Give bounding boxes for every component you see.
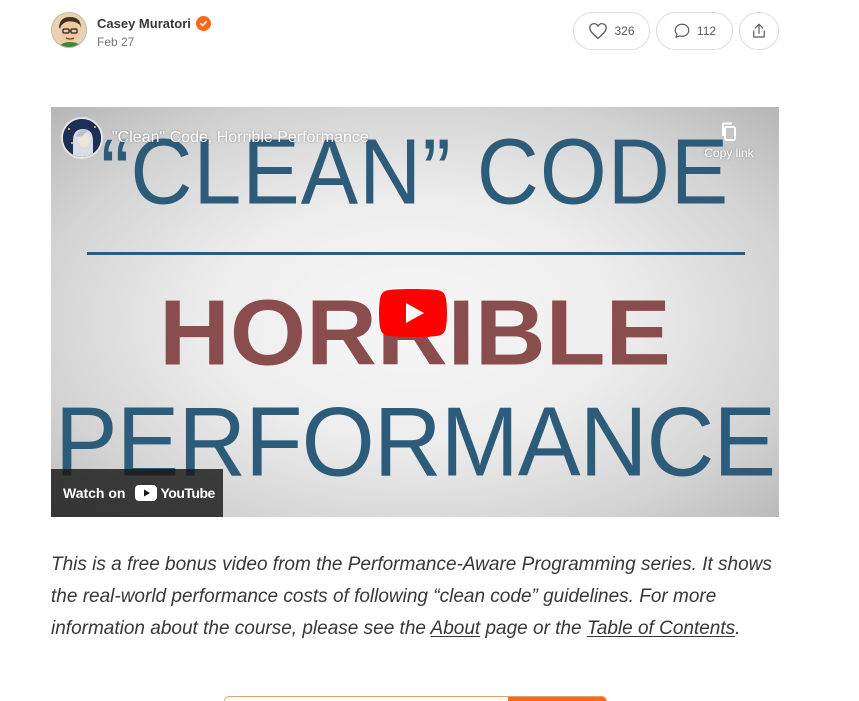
body-text-end: . [735,618,741,639]
avatar-illustration [52,13,86,47]
youtube-wordmark: YouTube [160,485,215,501]
post-date: Feb 27 [97,35,135,49]
author-avatar[interactable] [51,12,87,48]
play-button-icon[interactable] [379,289,447,337]
body-text-middle: page or the [480,618,587,639]
youtube-logo: YouTube [135,485,215,501]
thumbnail-divider [87,252,745,255]
heart-icon [589,22,608,40]
comment-bubble-icon [674,23,690,38]
watch-on-label: Watch on [63,485,126,501]
youtube-play-icon [135,485,158,501]
like-button[interactable]: 326 [573,12,650,50]
video-title[interactable]: "Clean" Code, Horrible Performance [112,129,369,147]
copy-link-label: Copy link [704,146,754,160]
channel-logo-icon [63,119,101,157]
post-body-paragraph: This is a free bonus video from the Perf… [51,549,781,645]
comment-button[interactable]: 112 [656,12,733,50]
share-button[interactable] [739,12,779,50]
author-line: Casey Muratori [97,14,211,32]
channel-avatar[interactable] [61,117,103,159]
subscribe-button-partial[interactable] [508,697,606,701]
watch-on-youtube-button[interactable]: Watch on YouTube [51,469,223,517]
copy-icon [722,122,736,141]
subscribe-widget-partial[interactable] [224,696,607,701]
like-count: 326 [614,24,635,38]
share-icon [753,23,765,38]
table-of-contents-link[interactable]: Table of Contents [587,618,735,639]
author-block: Casey Muratori Feb 27 [97,14,211,49]
verified-badge-icon [195,15,211,31]
about-link[interactable]: About [431,618,481,639]
copy-link-button[interactable]: Copy link [699,121,759,160]
comment-count: 112 [696,24,717,38]
post-header: Casey Muratori Feb 27 326 112 [51,12,779,52]
post-actions: 326 112 [573,12,779,50]
youtube-video-embed[interactable]: “CLEAN” CODE HORRIBLE PERFORMANCE "Clean… [51,107,779,517]
author-name[interactable]: Casey Muratori [97,16,191,31]
